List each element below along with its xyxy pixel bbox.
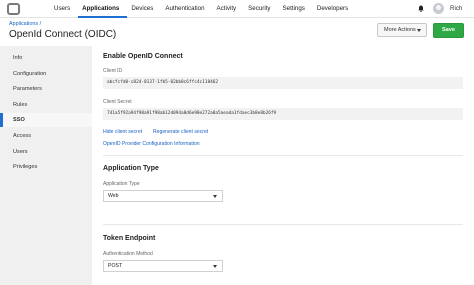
client-secret-label: Client Secret [103, 99, 132, 105]
page-title: OpenId Connect (OIDC) [9, 29, 117, 40]
client-secret-field[interactable]: 741a5f92a94f98a91f98ab12d094a8d6e90e272a… [103, 108, 463, 120]
chevron-down-icon [213, 265, 217, 268]
sidebar-item-info[interactable]: Info [0, 51, 92, 65]
application-type-heading: Application Type [103, 165, 159, 172]
sidebar-item-sso[interactable]: SSO [0, 113, 92, 127]
provider-config-link[interactable]: OpenID Provider Configuration Informatio… [103, 141, 200, 147]
chevron-down-icon [417, 29, 421, 32]
application-type-label: Application Type [103, 181, 140, 187]
nav-item-developers[interactable]: Developers [313, 0, 356, 18]
user-name[interactable]: Rich [450, 0, 462, 18]
user-avatar[interactable] [433, 3, 444, 14]
client-id-field[interactable]: abcfcfd0-c824-0137-1fb5-02bb0c6ffc4c1184… [103, 77, 463, 89]
enable-oidc-heading: Enable OpenID Connect [103, 53, 183, 60]
regenerate-client-secret-link[interactable]: Regenerate client secret [153, 129, 208, 135]
application-type-select[interactable]: Web [103, 190, 223, 202]
chevron-down-icon [213, 195, 217, 198]
breadcrumb[interactable]: Applications / [9, 21, 41, 27]
notification-bell-icon[interactable] [418, 5, 424, 12]
hide-client-secret-link[interactable]: Hide client secret [103, 129, 142, 135]
main-nav: Users Applications Devices Authenticatio… [50, 0, 356, 18]
content-area: Info Configuration Parameters Rules SSO … [0, 46, 474, 285]
sidebar-item-access[interactable]: Access [0, 129, 92, 143]
nav-item-activity[interactable]: Activity [213, 0, 245, 18]
sidebar-item-configuration[interactable]: Configuration [0, 67, 92, 81]
app-logo-icon[interactable] [7, 3, 20, 15]
authentication-method-label: Authentication Method [103, 251, 153, 257]
sidebar-item-privileges[interactable]: Privileges [0, 160, 92, 174]
application-type-value: Web [108, 193, 119, 199]
nav-item-authentication[interactable]: Authentication [161, 0, 212, 18]
client-id-label: Client ID [103, 68, 123, 74]
token-endpoint-heading: Token Endpoint [103, 235, 156, 242]
sidebar: Info Configuration Parameters Rules SSO … [0, 46, 92, 285]
sso-settings-panel: Enable OpenID Connect Client ID abcfcfd0… [92, 46, 474, 285]
nav-item-devices[interactable]: Devices [127, 0, 161, 18]
more-actions-dropdown[interactable]: More Actions [377, 23, 427, 37]
sidebar-item-rules[interactable]: Rules [0, 98, 92, 112]
top-navigation-bar: Users Applications Devices Authenticatio… [0, 0, 474, 18]
nav-item-applications[interactable]: Applications [78, 0, 128, 18]
save-button[interactable]: Save [433, 23, 464, 38]
sidebar-item-users[interactable]: Users [0, 145, 92, 159]
section-divider [103, 224, 463, 225]
more-actions-label: More Actions [384, 27, 416, 33]
section-divider [103, 155, 463, 156]
authentication-method-value: POST [108, 263, 123, 269]
nav-item-settings[interactable]: Settings [279, 0, 313, 18]
nav-item-users[interactable]: Users [50, 0, 78, 18]
nav-item-security[interactable]: Security [244, 0, 278, 18]
sidebar-item-parameters[interactable]: Parameters [0, 82, 92, 96]
authentication-method-select[interactable]: POST [103, 260, 223, 272]
